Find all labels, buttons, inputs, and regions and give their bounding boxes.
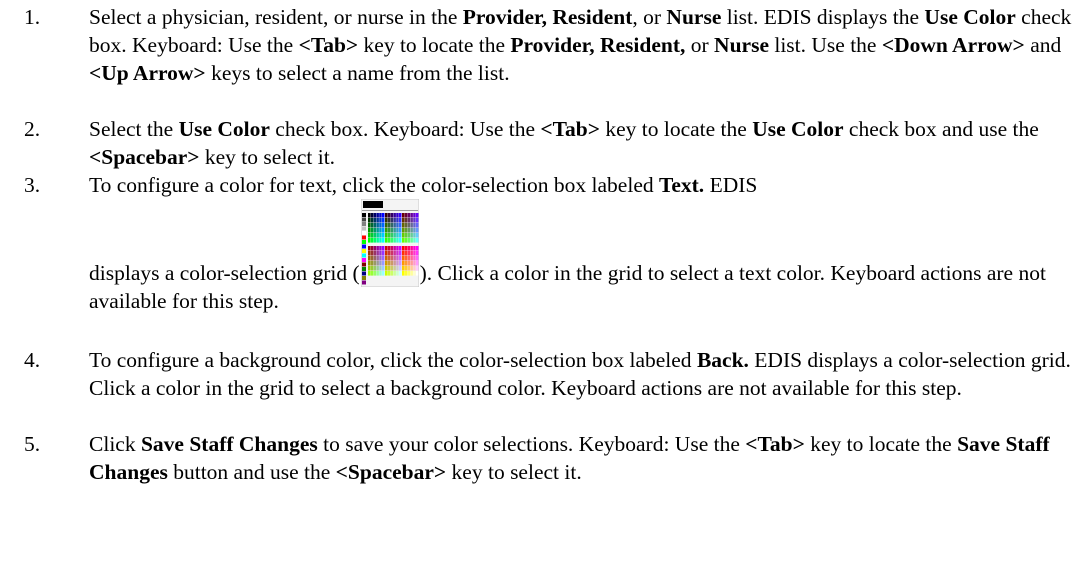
text-run: EDIS	[704, 173, 758, 197]
bold-term: Nurse	[714, 33, 769, 57]
text-run: key to select it.	[446, 460, 582, 484]
step-number: 2.	[24, 117, 41, 141]
text-run: Select a physician, resident, or nurse i…	[89, 5, 463, 29]
text-run: and	[1024, 33, 1062, 57]
bold-term: <Spacebar>	[89, 145, 200, 169]
text-run: to save your color selections. Keyboard:…	[317, 432, 746, 456]
text-run: check box and use the	[843, 117, 1039, 141]
text-run: button and use the	[167, 460, 336, 484]
text-run: Select the	[89, 117, 179, 141]
text-run: To configure a color for text, click the…	[89, 173, 659, 197]
step-text: Click Save Staff Changes to save your co…	[89, 430, 1074, 486]
step-number: 4.	[24, 348, 41, 372]
bold-term: Use Color	[178, 117, 270, 141]
text-run: key to select it.	[199, 145, 336, 169]
color-grid-image	[360, 199, 419, 287]
step-text: Select a physician, resident, or nurse i…	[89, 3, 1074, 87]
bold-term: <Up Arrow>	[89, 61, 206, 85]
bold-term: Provider, Resident	[462, 5, 633, 29]
step-number: 1.	[24, 5, 41, 29]
text-run: list. EDIS displays the	[721, 5, 925, 29]
text-run: displays a color-selection grid (	[89, 261, 360, 285]
bold-term: Nurse	[666, 5, 722, 29]
step-text: To configure a background color, click t…	[89, 346, 1074, 402]
step-number: 3.	[24, 173, 41, 197]
bold-term: Save Staff Changes	[140, 432, 318, 456]
text-run: list. Use the	[768, 33, 882, 57]
bold-term: Back.	[696, 348, 749, 372]
step-text: To configure a color for text, click the…	[89, 171, 1074, 315]
bold-term: <Spacebar>	[335, 460, 447, 484]
bold-term: <Tab>	[298, 33, 359, 57]
bold-term: Use Color	[924, 5, 1016, 29]
text-run: key to locate the	[804, 432, 958, 456]
text-run: key to locate the	[599, 117, 753, 141]
text-run: keys to select a name from the list.	[205, 61, 510, 85]
bold-term: Provider, Resident,	[510, 33, 686, 57]
text-run: To configure a background color, click t…	[89, 348, 697, 372]
text-run: key to locate the	[358, 33, 511, 57]
step-number: 5.	[24, 432, 41, 456]
text-run: check box. Keyboard: Use the	[269, 117, 541, 141]
color-selection-grid-icon	[360, 199, 419, 287]
text-run: , or	[632, 5, 667, 29]
bold-term: <Tab>	[540, 117, 600, 141]
bold-term: Use Color	[752, 117, 844, 141]
text-run: or	[685, 33, 715, 57]
bold-term: Text.	[658, 173, 705, 197]
bold-term: <Down Arrow>	[881, 33, 1025, 57]
step-text: Select the Use Color check box. Keyboard…	[89, 115, 1074, 171]
text-run: Click	[89, 432, 141, 456]
bold-term: <Tab>	[745, 432, 805, 456]
